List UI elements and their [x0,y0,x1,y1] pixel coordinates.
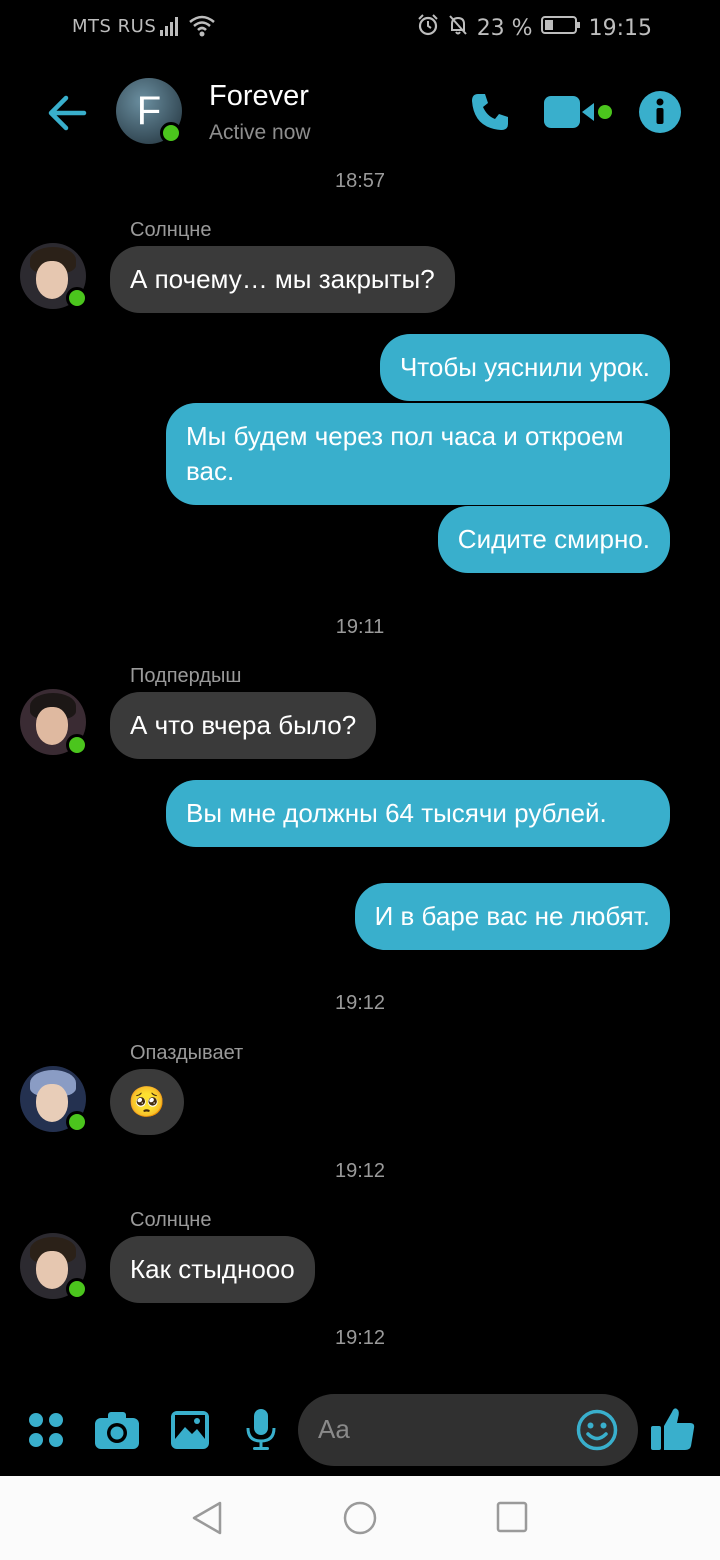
arrow-left-icon [48,95,87,131]
video-call-button[interactable] [544,94,614,134]
timestamp-separator: 19:12 [334,1160,386,1182]
battery-icon [540,15,581,41]
info-icon [639,91,681,133]
carrier-label: MTS RUS [72,16,157,37]
chat-status: Active now [209,121,311,144]
camera-icon [95,1412,139,1449]
four-dots-icon [29,1413,63,1447]
avatar-letter: F [136,88,162,133]
system-nav-bar [0,1476,720,1560]
timestamp-separator: 18:57 [334,170,386,192]
emoji-message[interactable]: 🥺 [110,1069,184,1135]
online-indicator [160,122,182,144]
message-input[interactable]: Aa [298,1394,638,1466]
clock: 19:15 [588,15,652,41]
nav-recents-button[interactable] [496,1500,528,1538]
sender-name: Подпердыш [130,665,242,687]
battery-percent: 23 % [476,15,533,41]
gallery-button[interactable] [170,1410,210,1454]
incoming-message[interactable]: А что вчера было? [110,692,377,759]
phone-icon [472,94,508,130]
emoji-button[interactable] [576,1409,618,1455]
outgoing-message[interactable]: Сидите смирно. [437,506,670,573]
smiley-icon [576,1409,618,1451]
composer-bar: Aa [0,1380,720,1476]
online-indicator [66,1111,88,1133]
timestamp-separator: 19:12 [334,1327,386,1349]
sender-name: Солнцне [130,219,212,241]
outgoing-message[interactable]: И в баре вас не любят. [354,883,670,950]
camera-button[interactable] [94,1410,140,1454]
image-icon [171,1411,209,1449]
incoming-message[interactable]: А почему… мы закрыты? [110,246,455,313]
outgoing-message[interactable]: Вы мне должны 64 тысячи рублей. [166,780,670,847]
more-button[interactable] [28,1412,64,1452]
status-bar: MTS RUS 23 % 19:15 [0,0,720,56]
square-recents-icon [496,1501,528,1533]
nav-back-button[interactable] [190,1500,224,1540]
chat-title[interactable]: Forever [209,80,309,113]
message-input-placeholder: Aa [318,1414,350,1444]
microphone-icon [246,1409,276,1450]
timestamp-separator: 19:12 [334,992,386,1014]
thumbs-up-icon [651,1408,695,1450]
online-indicator [66,1278,88,1300]
circle-home-icon [343,1501,377,1535]
muted-bell-icon [447,14,469,42]
sender-name: Солнцне [130,1209,212,1231]
chat-header: F Forever Active now [0,60,720,170]
outgoing-message[interactable]: Мы будем через пол часа и откроем вас. [166,403,670,505]
online-indicator [66,287,88,309]
message-list[interactable]: 18:57 Солнцне А почему… мы закрыты? Чтоб… [0,160,720,1380]
call-button[interactable] [468,90,512,138]
nav-home-button[interactable] [342,1500,378,1540]
back-button[interactable] [44,90,90,136]
alarm-icon [417,14,439,42]
signal-icon [160,16,182,41]
outgoing-message[interactable]: Чтобы уяснили урок. [379,334,670,401]
incoming-message[interactable]: Как стыднооо [110,1236,315,1303]
triangle-back-icon [192,1501,222,1535]
wifi-icon [188,14,216,43]
sender-name: Опаздывает [130,1042,244,1064]
microphone-button[interactable] [246,1408,276,1456]
timestamp-separator: 19:11 [335,616,385,638]
video-camera-icon [544,96,612,128]
info-button[interactable] [638,90,682,138]
like-button[interactable] [650,1406,696,1456]
online-indicator [66,734,88,756]
